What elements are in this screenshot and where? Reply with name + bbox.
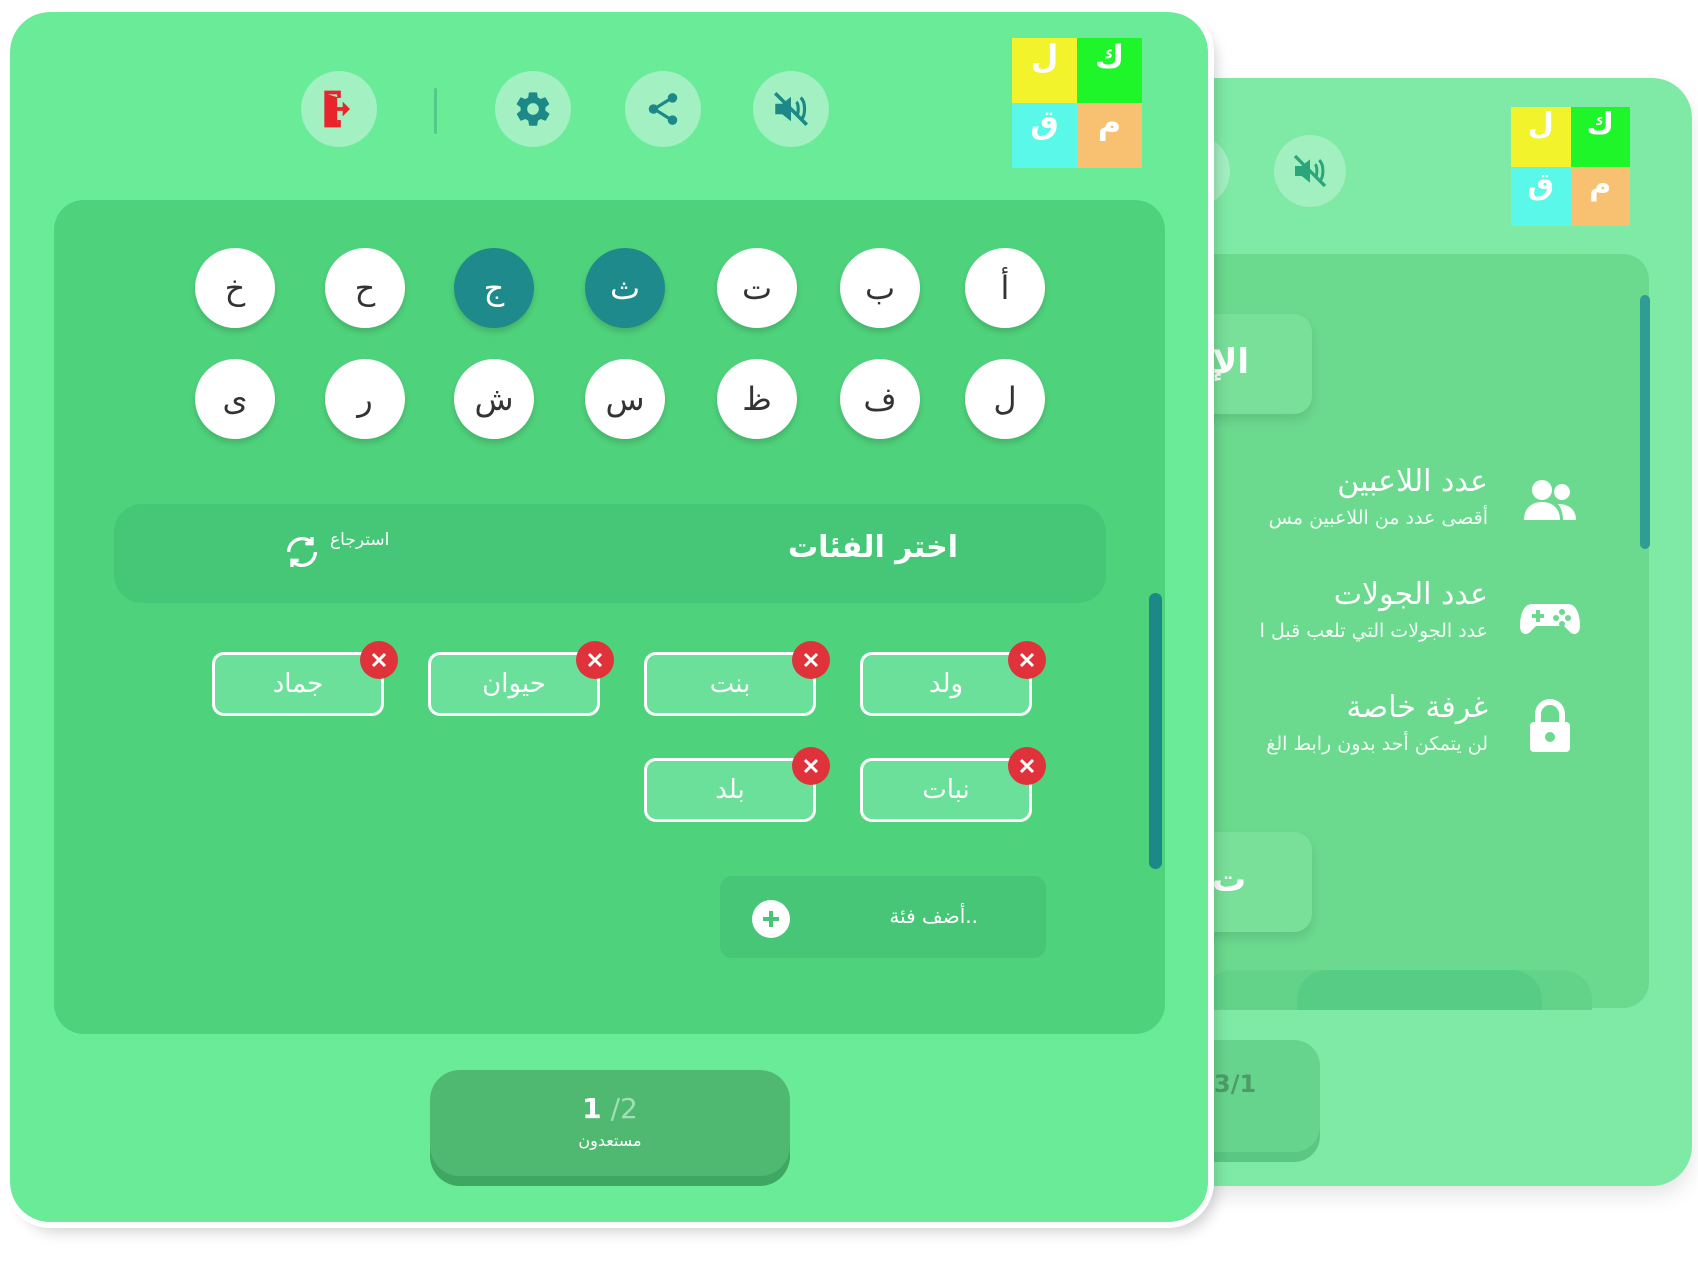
lock-icon [1530, 699, 1570, 752]
back-round-duration-bar [1202, 970, 1592, 1010]
reset-label: استرجاع [330, 530, 390, 550]
reset-button[interactable]: استرجاع [282, 530, 390, 572]
toolbar-divider [434, 88, 437, 134]
letter-button[interactable]: خ [195, 248, 275, 328]
back-scrollbar [1640, 295, 1650, 549]
remove-category-button[interactable] [792, 641, 830, 679]
refresh-icon [287, 536, 317, 568]
remove-category-button[interactable] [792, 747, 830, 785]
ready-count-value: 1 [582, 1092, 602, 1125]
plus-icon [763, 911, 779, 927]
ready-label: مستعدون [578, 1131, 642, 1150]
exit-door-icon [324, 90, 350, 128]
share-icon [648, 93, 678, 125]
category-label: ولد [928, 669, 964, 699]
letter-button[interactable]: ف [840, 359, 920, 439]
remove-category-button[interactable] [1008, 747, 1046, 785]
letter-button[interactable]: ى [195, 359, 275, 439]
users-icon [1524, 480, 1576, 520]
category-chip[interactable]: بنت [644, 652, 816, 716]
remove-category-button[interactable] [576, 641, 614, 679]
category-chip[interactable]: نبات [860, 758, 1032, 822]
letter-button[interactable]: ب [840, 248, 920, 328]
category-label: نبات [922, 775, 970, 805]
letter-button[interactable]: ث [585, 248, 665, 328]
back-counter-text: 3/1 [1214, 1070, 1257, 1098]
ready-total: /2 [610, 1092, 638, 1125]
back-card-text: الإ [1212, 342, 1249, 382]
back-ready-counter: 3/1 [1202, 1040, 1320, 1152]
add-category-button[interactable] [752, 900, 790, 938]
remove-category-button[interactable] [360, 641, 398, 679]
ready-counter[interactable]: 1 /2 مستعدون [430, 1070, 790, 1176]
back-round-duration-pill [1297, 970, 1542, 1010]
settings-button[interactable] [495, 71, 571, 147]
letter-button[interactable]: ت [717, 248, 797, 328]
categories-header: اختر الفئات استرجاع [114, 504, 1106, 603]
logo-cell: ق [1511, 166, 1571, 226]
logo-cell: ك [1570, 107, 1630, 167]
mute-button[interactable] [753, 71, 829, 147]
logo-cell: ك [1077, 38, 1142, 103]
speaker-muted-icon [1293, 154, 1327, 188]
close-icon [803, 758, 819, 774]
back-mute-button [1274, 135, 1346, 207]
back-card: الإ [1202, 314, 1312, 414]
category-label: جماد [272, 669, 324, 699]
speaker-muted-icon [774, 92, 808, 126]
letter-button[interactable]: ل [965, 359, 1045, 439]
gear-icon [516, 92, 550, 126]
letter-button[interactable]: ش [454, 359, 534, 439]
category-chip[interactable]: ولد [860, 652, 1032, 716]
category-label: حيوان [482, 669, 546, 699]
letter-button[interactable]: س [585, 359, 665, 439]
back-card: ت [1202, 832, 1312, 932]
logo-cell: م [1570, 166, 1630, 226]
category-chip[interactable]: حيوان [428, 652, 600, 716]
logo-cell: ل [1511, 107, 1571, 167]
letter-button[interactable]: ظ [717, 359, 797, 439]
main-scrollbar[interactable] [1149, 593, 1162, 869]
add-category-placeholder: أضف فئة.. [889, 904, 978, 928]
gamepad-icon [1520, 604, 1580, 634]
app-logo: ل ك ق م [1012, 38, 1142, 168]
letter-button[interactable]: ح [325, 248, 405, 328]
exit-button[interactable] [301, 71, 377, 147]
close-icon [1019, 652, 1035, 668]
close-icon [1019, 758, 1035, 774]
add-category-input[interactable]: أضف فئة.. [720, 876, 1046, 958]
categories-title: اختر الفئات [787, 530, 958, 565]
logo-cell: م [1077, 103, 1142, 168]
logo-cell: ق [1012, 103, 1077, 168]
close-icon [803, 652, 819, 668]
category-chip[interactable]: بلد [644, 758, 816, 822]
category-label: بنت [709, 669, 751, 699]
close-icon [371, 652, 387, 668]
close-icon [587, 652, 603, 668]
letter-button[interactable]: ج [454, 248, 534, 328]
category-label: بلد [715, 775, 745, 805]
share-button[interactable] [625, 71, 701, 147]
remove-category-button[interactable] [1008, 641, 1046, 679]
letter-button[interactable]: ر [325, 359, 405, 439]
category-chip[interactable]: جماد [212, 652, 384, 716]
back-logo: ل ك ق م [1511, 107, 1630, 226]
ready-count: 1 /2 [430, 1092, 790, 1125]
back-card-text: ت [1212, 860, 1247, 900]
letter-button[interactable]: أ [965, 248, 1045, 328]
logo-cell: ل [1012, 38, 1077, 103]
